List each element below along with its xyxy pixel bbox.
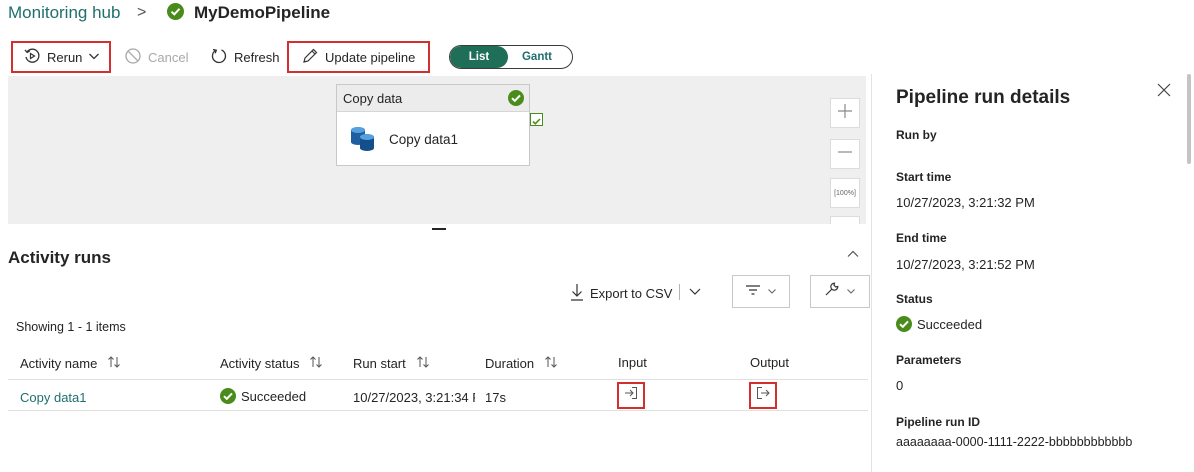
table-header-divider [8,379,868,380]
close-icon [1156,83,1172,102]
download-icon [570,283,584,304]
database-icon [349,124,377,155]
input-icon [624,386,638,405]
column-header-label: Run start [353,356,406,371]
duration-cell: 17s [485,390,506,405]
activity-node-header: Copy data [337,85,529,112]
chevron-up-icon [846,248,860,265]
fit-icon: [100%] [834,189,856,197]
check-circle-icon [508,90,524,106]
refresh-icon [210,47,228,68]
chevron-down-icon [688,285,702,302]
check-circle-icon [220,388,236,404]
view-toggle: List Gantt [449,45,573,69]
column-header-input: Input [618,355,647,370]
breadcrumb-separator: > [137,4,147,21]
pipeline-run-id-value: aaaaaaaa-0000-1111-2222-bbbbbbbbbbbb [896,435,1133,449]
activity-node-type: Copy data [343,90,403,106]
panel-title: Pipeline run details [896,87,1071,108]
cancel-icon [124,47,142,68]
export-separator [679,284,680,300]
column-header-duration[interactable]: Duration [485,355,558,372]
zoom-in-icon [836,102,854,125]
export-dropdown-button[interactable] [688,284,702,303]
zoom-out-icon [836,143,854,166]
rerun-icon [23,47,41,68]
page-title: MyDemoPipeline [194,3,331,22]
parameters-label: Parameters [896,353,962,367]
activity-runs-title: Activity runs [8,248,111,267]
run-by-label: Run by [896,128,937,142]
export-label: Export to CSV [590,286,673,301]
start-time-label: Start time [896,170,952,184]
status-value: Succeeded [896,316,982,332]
run-start-cell: 10/27/2023, 3:21:34 F [353,390,475,405]
resize-handle[interactable] [432,228,446,230]
check-circle-icon [896,316,912,332]
refresh-button[interactable]: Refresh [210,47,280,68]
activity-status-cell: Succeeded [220,388,306,404]
cancel-label: Cancel [148,50,189,65]
cancel-button[interactable]: Cancel [124,47,188,68]
update-pipeline-label: Update pipeline [325,49,416,65]
sort-icon [544,355,558,372]
fit-to-screen-button[interactable]: [100%] [830,178,860,208]
column-header-label: Activity name [20,356,98,371]
status-value-label: Succeeded [917,316,983,332]
activity-name-link[interactable]: Copy data1 [20,390,87,405]
output-button[interactable] [749,382,777,409]
canvas-control-partial [830,216,860,224]
column-header-activity-name[interactable]: Activity name [20,355,121,372]
column-header-activity-status[interactable]: Activity status [220,355,323,372]
input-button[interactable] [617,382,645,409]
rerun-label: Rerun [47,49,83,65]
column-header-label: Activity status [220,356,300,371]
filter-icon [745,283,761,301]
column-header-run-start[interactable]: Run start [353,355,430,372]
output-icon [756,386,770,405]
activity-node-name: Copy data1 [389,131,459,147]
activity-status-label: Succeeded [241,388,307,404]
end-time-value: 10/27/2023, 3:21:52 PM [896,257,1035,272]
refresh-label: Refresh [234,50,280,65]
chevron-down-icon [88,50,100,65]
column-header-label: Input [618,355,647,370]
sort-icon [107,355,121,372]
node-success-checkbox-icon [530,113,543,126]
breadcrumb-monitoring-hub[interactable]: Monitoring hub [8,3,120,23]
activity-node[interactable]: Copy data Copy data1 [336,84,530,166]
table-row-divider [8,410,868,411]
close-button[interactable] [1156,82,1172,103]
wrench-icon [824,281,840,302]
activity-node-body: Copy data1 [337,112,529,166]
filter-button[interactable] [732,275,790,308]
zoom-in-button[interactable] [830,98,860,128]
sort-icon [309,355,323,372]
pipeline-run-id-label: Pipeline run ID [896,415,981,429]
parameters-link[interactable]: 0 [896,378,903,393]
items-count: Showing 1 - 1 items [16,320,126,334]
chevron-down-icon [846,283,856,301]
view-gantt-option[interactable]: Gantt [508,46,566,68]
column-header-output: Output [750,355,789,370]
column-options-button[interactable] [810,275,870,308]
collapse-button[interactable] [846,247,860,266]
zoom-out-button[interactable] [830,139,860,169]
pencil-icon [301,47,319,68]
end-time-label: End time [896,231,947,245]
start-time-value: 10/27/2023, 3:21:32 PM [896,195,1035,210]
panel-scrollbar[interactable] [1187,74,1191,164]
status-label: Status [896,292,933,306]
chevron-down-icon [767,283,777,301]
export-to-csv-button[interactable]: Export to CSV [570,283,672,304]
rerun-button[interactable]: Rerun [11,41,111,73]
column-header-label: Output [750,355,790,370]
view-list-option[interactable]: List [450,46,508,68]
sort-icon [416,355,430,372]
column-header-label: Duration [485,356,535,371]
check-circle-icon [167,3,184,20]
update-pipeline-button[interactable]: Update pipeline [287,41,430,73]
